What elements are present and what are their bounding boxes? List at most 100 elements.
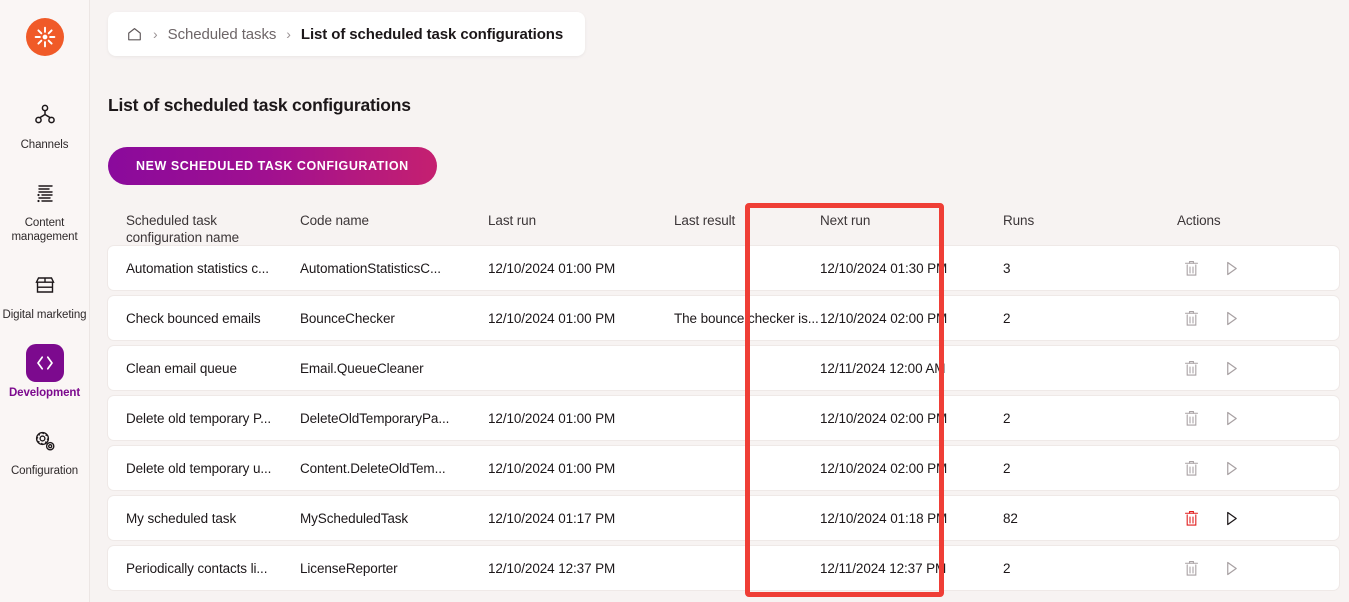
cell-last-run: 12/10/2024 01:00 PM xyxy=(488,461,637,476)
column-header-code-name: Code name xyxy=(300,212,488,229)
cell-next-run: 12/11/2024 12:00 AM xyxy=(820,361,1003,376)
sidebar-item-channels[interactable]: Channels xyxy=(0,96,90,152)
cell-code-name: BounceChecker xyxy=(300,311,488,326)
cell-runs: 82 xyxy=(1003,511,1175,526)
content-management-icon-box xyxy=(26,174,64,212)
content-list-icon xyxy=(32,180,58,206)
development-icon-box xyxy=(26,344,64,382)
trash-icon[interactable] xyxy=(1181,308,1201,328)
app-logo[interactable] xyxy=(26,18,64,56)
cell-last-result: The bounce checker is... xyxy=(637,311,820,326)
cell-actions xyxy=(1175,308,1339,328)
play-icon[interactable] xyxy=(1221,508,1241,528)
digital-marketing-icon-box xyxy=(26,266,64,304)
cell-task-name: Check bounced emails xyxy=(108,311,300,326)
play-icon[interactable] xyxy=(1221,408,1241,428)
column-header-name: Scheduled task configuration name xyxy=(108,212,300,246)
scheduled-tasks-table: Scheduled task configuration name Code n… xyxy=(108,203,1339,596)
cell-actions xyxy=(1175,358,1339,378)
table-row[interactable]: Clean email queueEmail.QueueCleaner12/11… xyxy=(108,346,1339,390)
new-scheduled-task-configuration-button[interactable]: NEW SCHEDULED TASK CONFIGURATION xyxy=(108,147,437,185)
cell-next-run: 12/10/2024 02:00 PM xyxy=(820,411,1003,426)
play-icon[interactable] xyxy=(1221,358,1241,378)
cell-runs: 2 xyxy=(1003,561,1175,576)
cell-actions xyxy=(1175,508,1339,528)
channels-icon-box xyxy=(26,96,64,134)
app-root: Channels xyxy=(0,0,1349,602)
breadcrumb-separator-1: › xyxy=(153,26,158,42)
column-header-next-run: Next run xyxy=(820,212,1003,229)
cell-task-name: Delete old temporary P... xyxy=(108,411,300,426)
cell-next-run: 12/10/2024 02:00 PM xyxy=(820,311,1003,326)
sidebar-item-digital-marketing[interactable]: Digital marketing xyxy=(0,266,90,322)
home-icon-glyph xyxy=(126,26,143,43)
trash-icon[interactable] xyxy=(1181,358,1201,378)
breadcrumb-separator-2: › xyxy=(286,26,291,42)
cell-next-run: 12/10/2024 01:30 PM xyxy=(820,261,1003,276)
cell-code-name: LicenseReporter xyxy=(300,561,488,576)
table-body: Automation statistics c...AutomationStat… xyxy=(108,246,1339,590)
cell-task-name: Automation statistics c... xyxy=(108,261,300,276)
home-icon[interactable] xyxy=(126,26,143,43)
column-header-runs: Runs xyxy=(1003,212,1175,229)
cell-last-run: 12/10/2024 01:00 PM xyxy=(488,311,637,326)
play-icon[interactable] xyxy=(1221,558,1241,578)
table-row[interactable]: Delete old temporary u...Content.DeleteO… xyxy=(108,446,1339,490)
sidebar-item-content-management[interactable]: Content management xyxy=(0,174,90,244)
sidebar: Channels xyxy=(0,0,90,602)
table-header-row: Scheduled task configuration name Code n… xyxy=(108,203,1339,246)
table-row[interactable]: Delete old temporary P...DeleteOldTempor… xyxy=(108,396,1339,440)
cell-last-run: 12/10/2024 01:17 PM xyxy=(488,511,637,526)
cell-next-run: 12/10/2024 01:18 PM xyxy=(820,511,1003,526)
cell-runs: 2 xyxy=(1003,461,1175,476)
cell-code-name: DeleteOldTemporaryPa... xyxy=(300,411,488,426)
storefront-icon xyxy=(32,272,58,298)
cell-code-name: MyScheduledTask xyxy=(300,511,488,526)
sidebar-item-label: Channels xyxy=(21,138,69,152)
trash-icon[interactable] xyxy=(1181,408,1201,428)
cell-last-run: 12/10/2024 12:37 PM xyxy=(488,561,637,576)
table-row[interactable]: My scheduled taskMyScheduledTask12/10/20… xyxy=(108,496,1339,540)
breadcrumb: › Scheduled tasks › List of scheduled ta… xyxy=(108,12,585,56)
cell-last-run: 12/10/2024 01:00 PM xyxy=(488,411,637,426)
sidebar-item-configuration[interactable]: Configuration xyxy=(0,422,90,478)
configuration-icon-box xyxy=(26,422,64,460)
cell-actions xyxy=(1175,408,1339,428)
cell-task-name: My scheduled task xyxy=(108,511,300,526)
table-row[interactable]: Automation statistics c...AutomationStat… xyxy=(108,246,1339,290)
sidebar-item-development[interactable]: Development xyxy=(0,344,90,400)
play-icon[interactable] xyxy=(1221,458,1241,478)
cell-task-name: Periodically contacts li... xyxy=(108,561,300,576)
cell-task-name: Delete old temporary u... xyxy=(108,461,300,476)
code-brackets-icon xyxy=(33,351,57,375)
sidebar-item-label: Configuration xyxy=(11,464,78,478)
trash-icon[interactable] xyxy=(1181,558,1201,578)
kentico-starburst-icon xyxy=(34,26,56,48)
cell-code-name: Email.QueueCleaner xyxy=(300,361,488,376)
play-icon[interactable] xyxy=(1221,258,1241,278)
column-header-last-run: Last run xyxy=(488,212,637,229)
sidebar-item-label: Content management xyxy=(3,216,87,244)
cell-actions xyxy=(1175,558,1339,578)
cell-runs: 3 xyxy=(1003,261,1175,276)
cell-code-name: AutomationStatisticsC... xyxy=(300,261,488,276)
main-content: › Scheduled tasks › List of scheduled ta… xyxy=(90,0,1349,602)
breadcrumb-link-scheduled-tasks[interactable]: Scheduled tasks xyxy=(168,26,277,43)
cell-actions xyxy=(1175,258,1339,278)
column-header-last-result: Last result xyxy=(637,212,820,229)
sidebar-item-label: Development xyxy=(9,386,80,400)
cell-next-run: 12/11/2024 12:37 PM xyxy=(820,561,1003,576)
trash-icon[interactable] xyxy=(1181,258,1201,278)
table-row[interactable]: Check bounced emailsBounceChecker12/10/2… xyxy=(108,296,1339,340)
trash-icon[interactable] xyxy=(1181,508,1201,528)
sidebar-item-label: Digital marketing xyxy=(3,308,87,322)
cell-runs: 2 xyxy=(1003,311,1175,326)
column-header-actions: Actions xyxy=(1175,212,1339,229)
cell-actions xyxy=(1175,458,1339,478)
trash-icon[interactable] xyxy=(1181,458,1201,478)
cell-next-run: 12/10/2024 02:00 PM xyxy=(820,461,1003,476)
play-icon[interactable] xyxy=(1221,308,1241,328)
cell-last-run: 12/10/2024 01:00 PM xyxy=(488,261,637,276)
table-row[interactable]: Periodically contacts li...LicenseReport… xyxy=(108,546,1339,590)
cell-code-name: Content.DeleteOldTem... xyxy=(300,461,488,476)
